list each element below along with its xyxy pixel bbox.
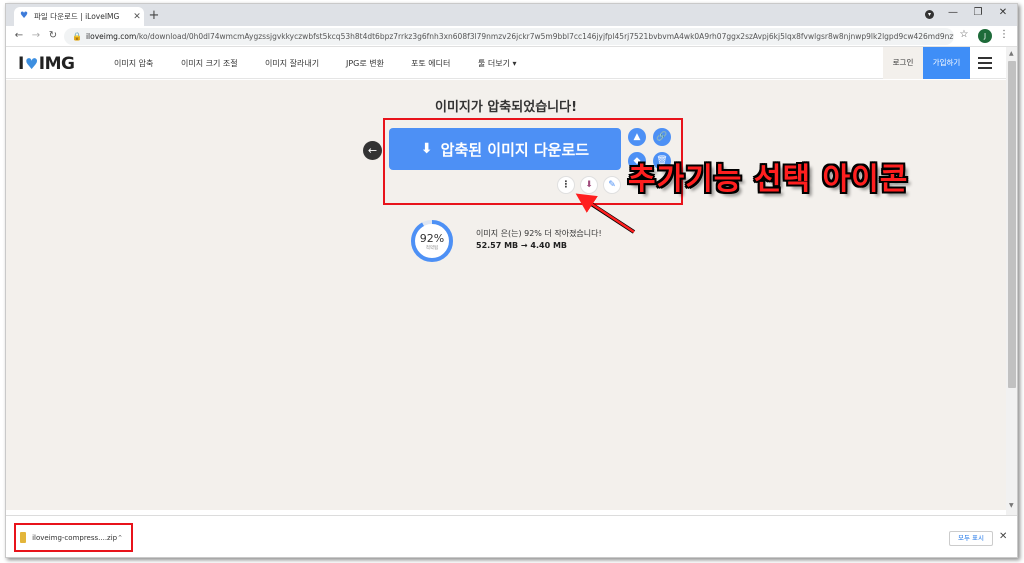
scroll-up-icon[interactable]: ▲ [1009,50,1014,57]
downloads-bar: iloveimg-compress....zip ⌃ 모두 표시 ✕ [6,515,1017,557]
chevron-up-icon[interactable]: ⌃ [117,534,123,542]
zip-file-icon [20,532,27,543]
show-all-button[interactable]: 모두 표시 [949,531,993,546]
scroll-down-icon[interactable]: ▼ [1009,502,1014,509]
page-scrollbar[interactable]: ▲ ▼ [1006,47,1017,515]
download-file-name: iloveimg-compress....zip [32,533,118,542]
download-item[interactable]: iloveimg-compress....zip ⌃ [14,523,133,552]
close-downloads-icon[interactable]: ✕ [999,531,1007,542]
annotation-callout: 추가기능 선택 아이콘 [628,162,909,197]
browser-window: ♥ 파일 다운로드 | iLoveIMG ✕ + ▾ — ❐ ✕ ← → ↻ 🔒… [5,3,1018,558]
annotation-arrow [575,193,636,234]
scroll-thumb[interactable] [1008,61,1016,388]
